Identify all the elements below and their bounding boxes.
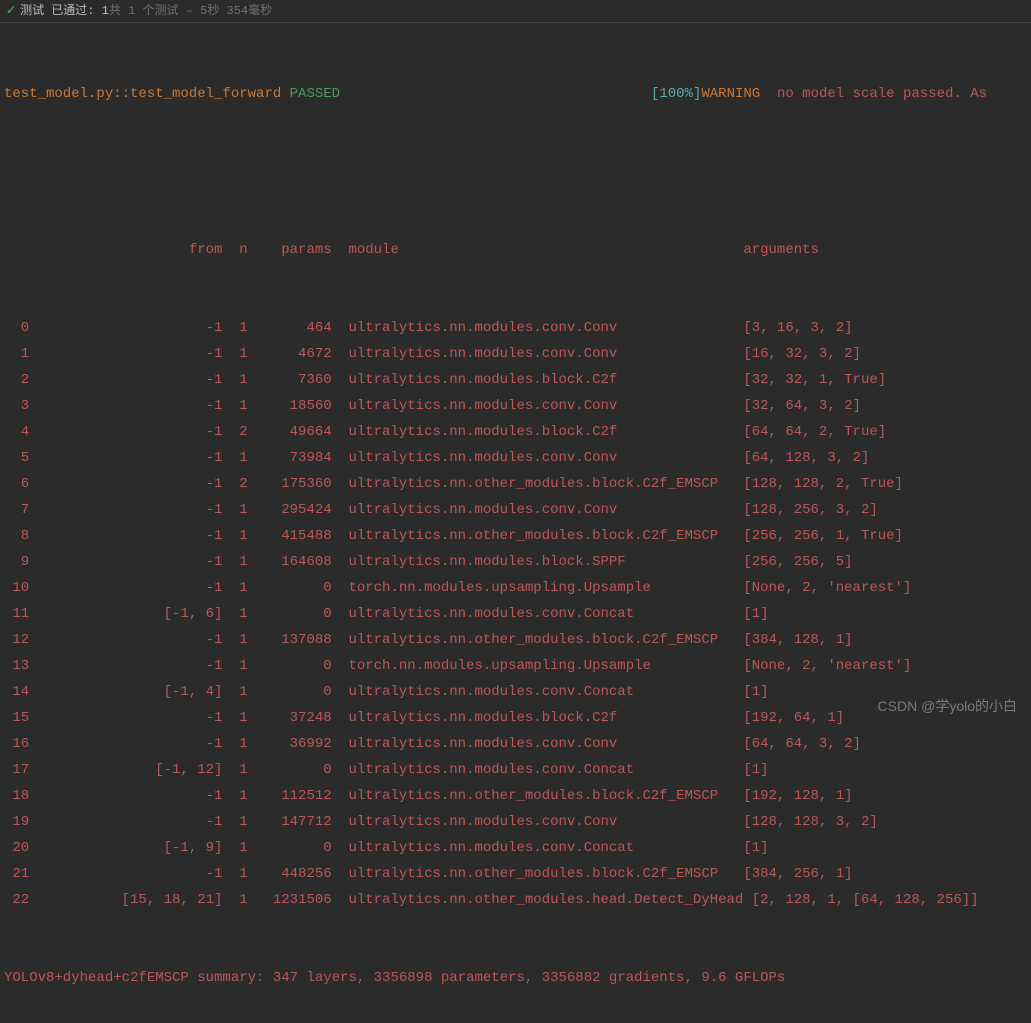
test-status-bar: ✓ 测试 已通过: 1 共 1 个测试 – 5秒 354毫秒 (0, 0, 1031, 23)
table-row: 8 -1 1 415488 ultralytics.nn.other_modul… (4, 523, 1027, 549)
watermark: CSDN @学yolo的小白 (878, 693, 1017, 719)
warning-text: no model scale passed. As (760, 86, 987, 102)
test-result-line: test_model.py::test_model_forward PASSED… (4, 81, 1027, 107)
table-row: 15 -1 1 37248 ultralytics.nn.modules.blo… (4, 705, 1027, 731)
model-summary: YOLOv8+dyhead+c2fEMSCP summary: 347 laye… (4, 965, 1027, 991)
table-row: 14 [-1, 4] 1 0 ultralytics.nn.modules.co… (4, 679, 1027, 705)
table-row: 19 -1 1 147712 ultralytics.nn.modules.co… (4, 809, 1027, 835)
test-passed-label: 测试 已通过: 1 (20, 2, 109, 20)
terminal-output[interactable]: test_model.py::test_model_forward PASSED… (0, 23, 1031, 1023)
table-row: 9 -1 1 164608 ultralytics.nn.modules.blo… (4, 549, 1027, 575)
test-path: test_model.py::test_model_forward (4, 86, 281, 102)
table-row: 10 -1 1 0 torch.nn.modules.upsampling.Up… (4, 575, 1027, 601)
test-detail: 共 1 个测试 – 5秒 354毫秒 (109, 2, 272, 20)
table-row: 3 -1 1 18560 ultralytics.nn.modules.conv… (4, 393, 1027, 419)
table-row: 11 [-1, 6] 1 0 ultralytics.nn.modules.co… (4, 601, 1027, 627)
table-row: 12 -1 1 137088 ultralytics.nn.other_modu… (4, 627, 1027, 653)
warning-label: WARNING (701, 86, 760, 102)
table-row: 1 -1 1 4672 ultralytics.nn.modules.conv.… (4, 341, 1027, 367)
table-row: 16 -1 1 36992 ultralytics.nn.modules.con… (4, 731, 1027, 757)
blank-line (4, 159, 1027, 185)
table-row: 20 [-1, 9] 1 0 ultralytics.nn.modules.co… (4, 835, 1027, 861)
table-row: 5 -1 1 73984 ultralytics.nn.modules.conv… (4, 445, 1027, 471)
table-row: 13 -1 1 0 torch.nn.modules.upsampling.Up… (4, 653, 1027, 679)
table-header: from n params module arguments (4, 237, 1027, 263)
table-row: 22 [15, 18, 21] 1 1231506 ultralytics.nn… (4, 887, 1027, 913)
table-row: 4 -1 2 49664 ultralytics.nn.modules.bloc… (4, 419, 1027, 445)
table-row: 6 -1 2 175360 ultralytics.nn.other_modul… (4, 471, 1027, 497)
test-result: PASSED (290, 86, 340, 102)
table-row: 17 [-1, 12] 1 0 ultralytics.nn.modules.c… (4, 757, 1027, 783)
table-row: 21 -1 1 448256 ultralytics.nn.other_modu… (4, 861, 1027, 887)
table-row: 0 -1 1 464 ultralytics.nn.modules.conv.C… (4, 315, 1027, 341)
table-row: 7 -1 1 295424 ultralytics.nn.modules.con… (4, 497, 1027, 523)
table-row: 18 -1 1 112512 ultralytics.nn.other_modu… (4, 783, 1027, 809)
check-icon: ✓ (6, 2, 16, 20)
progress-pct: [100%] (651, 86, 701, 102)
table-row: 2 -1 1 7360 ultralytics.nn.modules.block… (4, 367, 1027, 393)
